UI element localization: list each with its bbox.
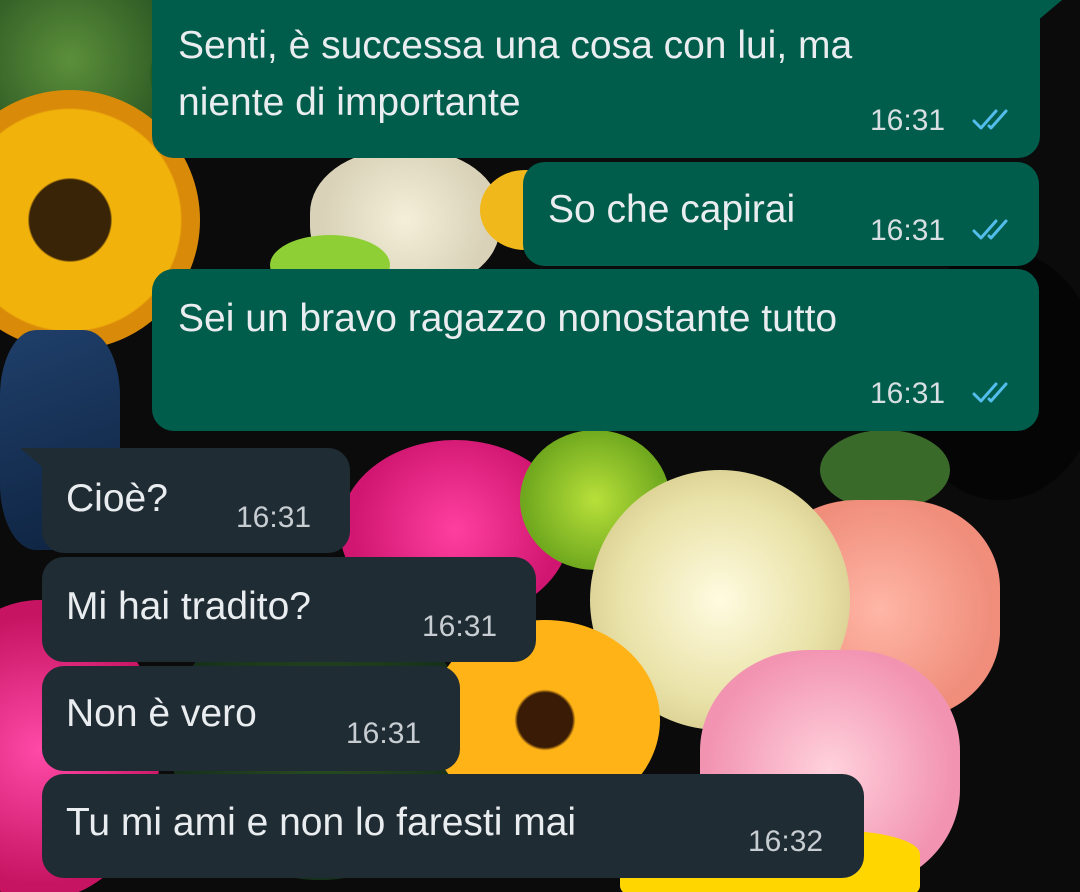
message-time: 16:31 [346,717,422,750]
bubble-tail [1036,0,1062,22]
message-time: 16:31 [422,610,498,643]
double-check-icon [972,109,1008,130]
double-check-icon [972,219,1008,240]
message-bubble-outgoing[interactable]: Senti, è successa una cosa con lui, ma n… [152,0,1040,158]
message-text-line: Cioè? [66,477,168,520]
message-bubble-outgoing[interactable]: So che capirai 16:31 [523,162,1039,266]
message-bubble-incoming[interactable]: Cioè? 16:31 [42,448,350,553]
message-time: 16:31 [236,501,312,534]
message-text-line: Sei un bravo ragazzo nonostante tutto [178,297,838,340]
message-bubble-incoming[interactable]: Non è vero 16:31 [42,666,460,771]
message-time: 16:31 [870,214,946,247]
message-text-line: niente di importante [178,81,521,124]
message-bubble-incoming[interactable]: Tu mi ami e non lo faresti mai 16:32 [42,774,864,878]
message-text-line: Tu mi ami e non lo faresti mai [66,801,577,844]
double-check-icon [972,382,1008,403]
message-text-line: Senti, è successa una cosa con lui, ma [178,24,853,67]
message-bubble-outgoing[interactable]: Sei un bravo ragazzo nonostante tutto 16… [152,269,1039,431]
message-text-line: Non è vero [66,692,257,735]
message-time: 16:31 [870,377,946,410]
message-text-line: So che capirai [548,188,796,231]
message-text-line: Mi hai tradito? [66,585,311,628]
message-bubble-incoming[interactable]: Mi hai tradito? 16:31 [42,557,536,662]
message-time: 16:32 [748,825,824,858]
message-time: 16:31 [870,104,946,137]
